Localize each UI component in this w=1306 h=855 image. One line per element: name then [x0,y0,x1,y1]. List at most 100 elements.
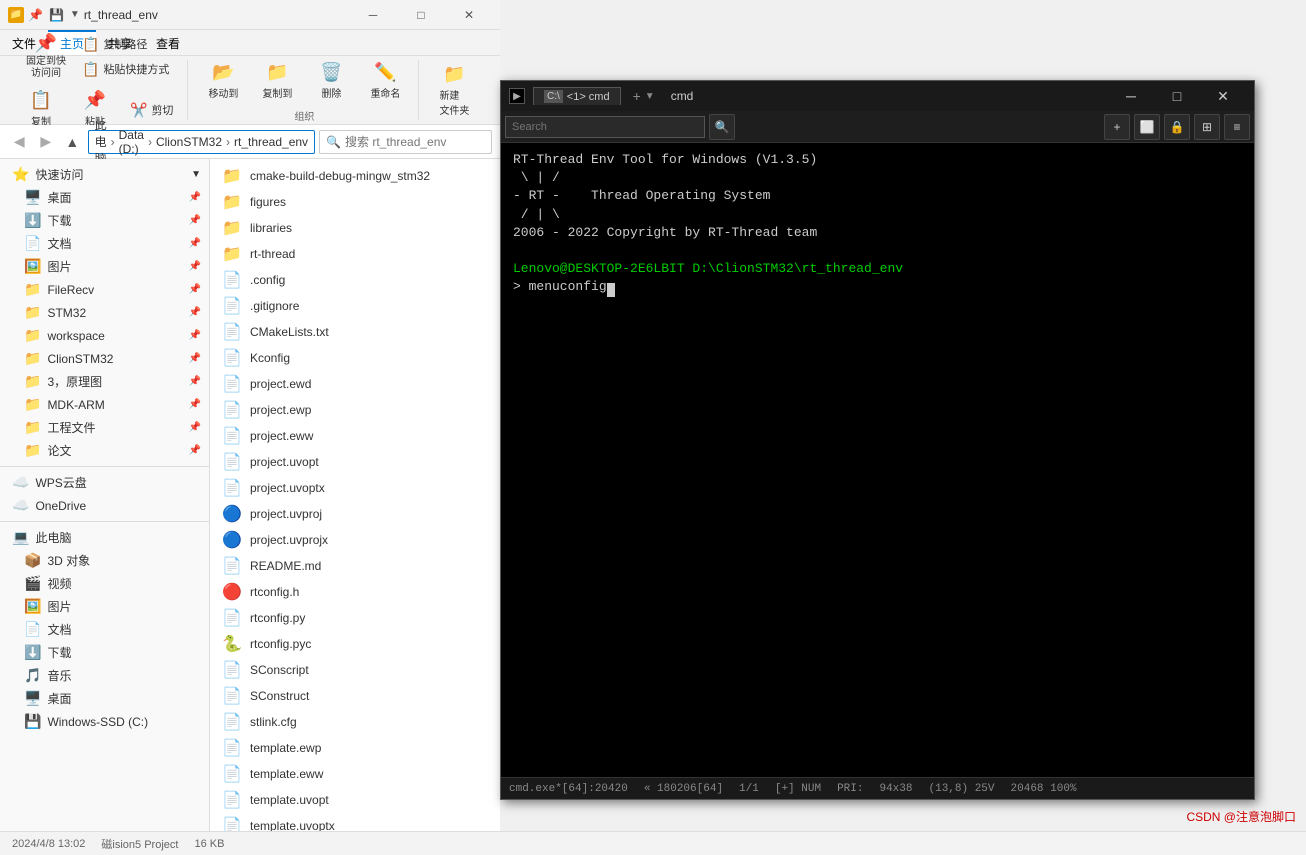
list-item[interactable]: 📄 README.md [214,553,496,579]
cmd-more-btn[interactable]: 🔒 [1164,114,1190,140]
cmd-grid-btn[interactable]: ⊞ [1194,114,1220,140]
sidebar-item-filerecv[interactable]: 📁 FileRecv 📌 [0,278,209,301]
sidebar-item-docs[interactable]: 📄 文档 📌 [0,232,209,255]
sidebar-item-video[interactable]: 🎬 视频 [0,572,209,595]
rename-button[interactable]: ✏️ 重命名 [360,58,410,104]
list-item[interactable]: 🐍 rtconfig.pyc [214,631,496,657]
list-item[interactable]: 📄 SConscript [214,657,496,683]
watermark: CSDN @注意泡脚口 [1186,808,1296,825]
sidebar-item-schematic[interactable]: 📁 3，原理图 📌 [0,370,209,393]
main-area: ⭐ 快速访问 ▼ 🖥️ 桌面 📌 ⬇️ 下载 📌 📄 文档 📌 🖼️ [0,159,500,831]
list-item[interactable]: 📄 project.uvopt [214,449,496,475]
sidebar-item-pics[interactable]: 🖼️ 图片 [0,595,209,618]
thispc-icon: 💻 [12,529,29,546]
sidebar-item-wps[interactable]: ☁️ WPS云盘 [0,471,209,494]
copy-path-icon: 📋 [82,36,99,53]
sidebar-item-downloads[interactable]: ⬇️ 下载 📌 [0,209,209,232]
cmd-menu-btn[interactable]: ≡ [1224,114,1250,140]
list-item[interactable]: 🔴 rtconfig.h [214,579,496,605]
delete-button[interactable]: 🗑️ 删除 [306,58,356,104]
new-tab-btn[interactable]: + [633,88,641,104]
sidebar-item-pictures[interactable]: 🖼️ 图片 📌 [0,255,209,278]
list-item[interactable]: 📄 template.uvopt [214,787,496,813]
search-input[interactable] [345,135,485,149]
sidebar-item-desk[interactable]: 🖥️ 桌面 [0,687,209,710]
list-item[interactable]: 📄 template.uvoptx [214,813,496,831]
list-item[interactable]: 📄 rtconfig.py [214,605,496,631]
ribbon-group-new: 📁 新建文件夹 [421,60,487,120]
cmd-close-btn[interactable]: ✕ [1200,81,1246,111]
list-item[interactable]: 📄 project.ewd [214,371,496,397]
cmd-maximize-btn[interactable]: □ [1154,81,1200,111]
address-path[interactable]: 此电脑 › Data (D:) › ClionSTM32 › rt_thread… [88,130,315,154]
list-item[interactable]: 📄 template.ewp [214,735,496,761]
cmd-tab[interactable]: C:\ <1> cmd [533,87,621,105]
3d-icon: 📦 [24,552,41,569]
sidebar-item-documents[interactable]: 📄 文档 [0,618,209,641]
cmd-status-bar: cmd.exe*[64]:20420 « 180206[64] 1/1 [+] … [501,777,1254,799]
sidebar-item-thesis[interactable]: 📁 论文 📌 [0,439,209,462]
list-item[interactable]: 📁 rt-thread [214,241,496,267]
cmd-split-btn[interactable]: ⬜ [1134,114,1160,140]
sidebar-item-desktop[interactable]: 🖥️ 桌面 📌 [0,186,209,209]
cmd-settings-btn[interactable]: + [1104,114,1130,140]
sidebar-item-mdk[interactable]: 📁 MDK-ARM 📌 [0,393,209,416]
list-item[interactable]: 📄 project.ewp [214,397,496,423]
list-item[interactable]: 📄 stlink.cfg [214,709,496,735]
list-item[interactable]: 🔵 project.uvproj [214,501,496,527]
cmd-minimize-btn[interactable]: ─ [1108,81,1154,111]
desktop-icon: 🖥️ [24,189,41,206]
search-icon: 🔍 [326,135,341,149]
cmd-search-btn[interactable]: 🔍 [709,114,735,140]
list-item[interactable]: 📄 SConstruct [214,683,496,709]
list-item[interactable]: 📁 cmake-build-debug-mingw_stm32 [214,163,496,189]
explorer-app-icon: 📁 [8,7,24,23]
minimize-button[interactable]: ─ [350,0,396,30]
maximize-button[interactable]: □ [398,0,444,30]
new-folder-button[interactable]: 📁 新建文件夹 [429,60,479,121]
copy-to-button[interactable]: 📁 复制到 [252,58,302,104]
close-button[interactable]: ✕ [446,0,492,30]
cut-button[interactable]: ✂️ 剪切 [124,99,179,122]
up-button[interactable]: ▲ [61,129,84,155]
list-item[interactable]: 📄 .config [214,267,496,293]
sidebar-item-music[interactable]: 🎵 音乐 [0,664,209,687]
music-label: 音乐 [47,667,71,684]
list-item[interactable]: 📄 project.uvoptx [214,475,496,501]
list-item[interactable]: 📄 Kconfig [214,345,496,371]
sidebar-item-clionstm32[interactable]: 📁 ClionSTM32 📌 [0,347,209,370]
move-to-button[interactable]: 📂 移动到 [198,58,248,104]
back-button[interactable]: ◀ [8,129,31,155]
pin-to-quick-access-button[interactable]: 📌 固定到快访问间 [20,29,72,84]
cmd-window[interactable]: ▶ C:\ <1> cmd + ▼ cmd ─ □ ✕ 🔍 + ⬜ 🔒 ⊞ ≡ … [500,80,1255,800]
list-item[interactable]: 📁 figures [214,189,496,215]
file-name: project.uvopt [250,455,488,469]
copy-icon: 📋 [30,90,52,111]
list-item[interactable]: 📁 libraries [214,215,496,241]
list-item[interactable]: 📄 .gitignore [214,293,496,319]
list-item[interactable]: 🔵 project.uvprojx [214,527,496,553]
sidebar-item-thispc[interactable]: 💻 此电脑 [0,526,209,549]
sidebar-item-quickaccess[interactable]: ⭐ 快速访问 ▼ [0,163,209,186]
search-box[interactable]: 🔍 [319,130,492,154]
copy-path-button[interactable]: 📋 复制路径 [76,33,175,56]
list-item[interactable]: 📄 project.eww [214,423,496,449]
sidebar-item-project[interactable]: 📁 工程文件 📌 [0,416,209,439]
list-item[interactable]: 📄 CMakeLists.txt [214,319,496,345]
paste-shortcut-button[interactable]: 📋 粘贴快捷方式 [76,58,175,81]
title-bar-dropdown[interactable]: ▼ [70,9,80,20]
sidebar-item-stm32[interactable]: 📁 STM32 📌 [0,301,209,324]
windows-ssd-label: Windows-SSD (C:) [47,715,148,729]
cmd-status-pos: « 180206[64] [644,783,723,795]
workspace-label: workspace [47,329,104,343]
sidebar-item-workspace[interactable]: 📁 workspace 📌 [0,324,209,347]
sidebar-item-onedrive[interactable]: ☁️ OneDrive [0,494,209,517]
sidebar-item-windows-ssd[interactable]: 💾 Windows-SSD (C:) [0,710,209,733]
dropdown-btn[interactable]: ▼ [645,91,655,102]
cmd-search-input[interactable] [505,116,705,138]
list-item[interactable]: 📄 template.eww [214,761,496,787]
file-name: project.uvproj [250,507,488,521]
sidebar-item-dl[interactable]: ⬇️ 下载 [0,641,209,664]
sidebar-item-3d[interactable]: 📦 3D 对象 [0,549,209,572]
forward-button[interactable]: ▶ [35,129,58,155]
